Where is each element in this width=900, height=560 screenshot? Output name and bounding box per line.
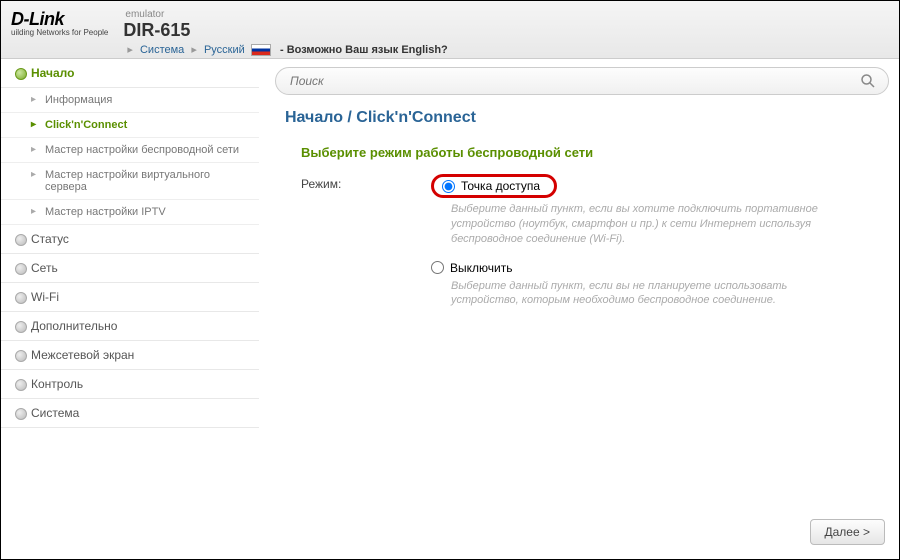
nav-sub-label: Мастер настройки IPTV xyxy=(45,206,166,218)
chevron-icon: ▸ xyxy=(127,44,133,56)
nav-item-advanced[interactable]: Дополнительно xyxy=(1,312,259,341)
nav-item-control[interactable]: Контроль xyxy=(1,370,259,399)
search-icon xyxy=(860,73,876,89)
bc-system-link[interactable]: Система xyxy=(140,44,184,56)
nav-label: Система xyxy=(31,406,79,420)
mode-label: Режим: xyxy=(301,174,431,322)
search-input[interactable] xyxy=(290,74,852,88)
logo-text: D-Link xyxy=(11,9,108,30)
nav-sub-info[interactable]: Информация xyxy=(1,88,259,113)
logo: D-Link uilding Networks for People xyxy=(11,9,108,37)
search-box[interactable] xyxy=(275,67,889,95)
highlight-marker: Точка доступа xyxy=(431,174,557,198)
emulator-label: emulator xyxy=(125,9,447,20)
sidebar: Начало Информация Click'n'Connect Мастер… xyxy=(1,59,259,559)
nav-sub-label: Информация xyxy=(45,94,112,106)
option-disable: Выключить Выберите данный пункт, если вы… xyxy=(431,261,889,309)
mode-row: Режим: Точка доступа Выберите данный пун… xyxy=(301,174,889,322)
nav-sub-label: Мастер настройки виртуального сервера xyxy=(45,169,210,193)
chevron-icon: ▸ xyxy=(191,44,197,56)
nav-item-network[interactable]: Сеть xyxy=(1,254,259,283)
content: Начало / Click'n'Connect Выберите режим … xyxy=(259,59,899,559)
section-title: Выберите режим работы беспроводной сети xyxy=(301,145,889,160)
nav-item-system[interactable]: Система xyxy=(1,399,259,428)
nav-label: Начало xyxy=(31,66,74,80)
main: Начало Информация Click'n'Connect Мастер… xyxy=(1,59,899,559)
bc-lang-link[interactable]: Русский xyxy=(204,44,245,56)
nav-label: Статус xyxy=(31,232,69,246)
nav-sub-wireless-wizard[interactable]: Мастер настройки беспроводной сети xyxy=(1,138,259,163)
nav-sub-clicknconnect[interactable]: Click'n'Connect xyxy=(1,113,259,138)
nav-sub-label: Мастер настройки беспроводной сети xyxy=(45,144,239,156)
flag-ru-icon xyxy=(251,44,271,56)
radio-disable[interactable] xyxy=(431,261,444,274)
next-button[interactable]: Далее > xyxy=(810,519,886,545)
nav-sub-label: Click'n'Connect xyxy=(45,119,127,131)
mode-options: Точка доступа Выберите данный пункт, есл… xyxy=(431,174,889,322)
nav-item-start[interactable]: Начало xyxy=(1,59,259,88)
header: D-Link uilding Networks for People emula… xyxy=(1,1,899,59)
radio-access-point[interactable] xyxy=(442,180,455,193)
nav-item-firewall[interactable]: Межсетевой экран xyxy=(1,341,259,370)
nav-item-status[interactable]: Статус xyxy=(1,225,259,254)
option-label: Выключить xyxy=(450,261,512,275)
nav-label: Контроль xyxy=(31,377,83,391)
nav-label: Wi-Fi xyxy=(31,290,59,304)
bc-lang-question[interactable]: - Возможно Ваш язык English? xyxy=(280,44,448,56)
nav-item-wifi[interactable]: Wi-Fi xyxy=(1,283,259,312)
logo-tagline: uilding Networks for People xyxy=(11,28,108,37)
model-name: DIR-615 xyxy=(123,20,447,41)
nav-label: Сеть xyxy=(31,261,58,275)
nav-sub-iptv-wizard[interactable]: Мастер настройки IPTV xyxy=(1,200,259,225)
nav-label: Дополнительно xyxy=(31,319,117,333)
breadcrumb: ▸ Система ▸ Русский - Возможно Ваш язык … xyxy=(123,43,447,56)
header-info: emulator DIR-615 ▸ Система ▸ Русский - В… xyxy=(123,9,447,56)
option-desc: Выберите данный пункт, если вы хотите по… xyxy=(451,202,831,247)
page-title: Начало / Click'n'Connect xyxy=(285,109,889,127)
option-label: Точка доступа xyxy=(461,179,540,193)
nav-label: Межсетевой экран xyxy=(31,348,134,362)
option-desc: Выберите данный пункт, если вы не планир… xyxy=(451,279,831,309)
option-access-point: Точка доступа Выберите данный пункт, есл… xyxy=(431,174,889,247)
nav-sub-vserver-wizard[interactable]: Мастер настройки виртуального сервера xyxy=(1,163,259,200)
